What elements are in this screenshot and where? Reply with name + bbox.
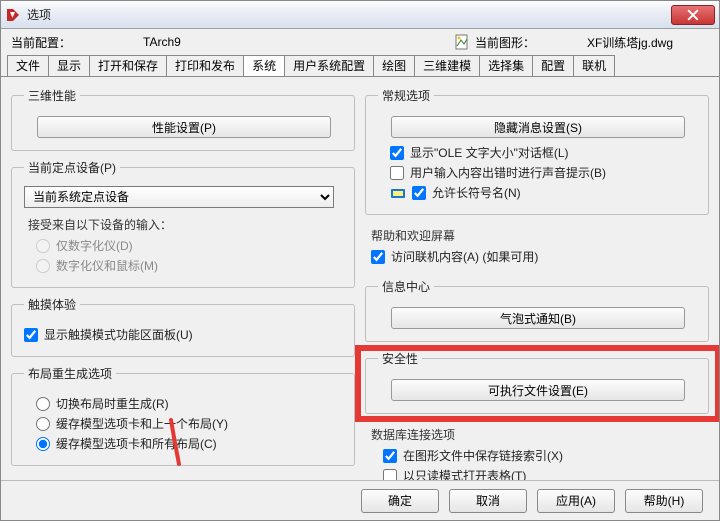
left-column: 三维性能 性能设置(P) 当前定点设备(P) 当前系统定点设备 接受来自以下设备…	[11, 87, 355, 474]
balloon-notify-button[interactable]: 气泡式通知(B)	[391, 307, 685, 329]
tab-plot-publish[interactable]: 打印和发布	[166, 55, 244, 76]
tab-online[interactable]: 联机	[573, 55, 615, 76]
apply-button[interactable]: 应用(A)	[537, 489, 615, 513]
group-layout-regen: 布局重生成选项 切换布局时重生成(R) 缓存模型选项卡和上一个布局(Y) 缓存模…	[11, 365, 355, 466]
group-general: 常规选项 隐藏消息设置(S) 显示"OLE 文字大小"对话框(L) 用户输入内容…	[365, 87, 709, 215]
radio-digitizer-only	[36, 239, 50, 253]
tab-selection[interactable]: 选择集	[479, 55, 533, 76]
autocad-app-icon	[5, 7, 21, 23]
chk-ole-text-size[interactable]	[390, 146, 404, 160]
chk-beep-on-error[interactable]	[390, 166, 404, 180]
tab-system[interactable]: 系统	[243, 55, 285, 76]
legend-layout-regen: 布局重生成选项	[24, 365, 116, 382]
group-info-center: 信息中心 气泡式通知(B)	[365, 278, 709, 342]
tab-3d-modeling[interactable]: 三维建模	[414, 55, 480, 76]
dwg-file-icon	[455, 34, 469, 50]
legend-security: 安全性	[378, 350, 422, 367]
chk-touch-panel[interactable]	[24, 328, 38, 342]
label-store-link-index: 在图形文件中保存链接索引(X)	[403, 447, 563, 464]
cancel-button[interactable]: 取消	[449, 489, 527, 513]
chk-readonly-tables[interactable]	[383, 469, 397, 481]
label-ole-text-size: 显示"OLE 文字大小"对话框(L)	[410, 144, 569, 161]
label-regen-switch: 切换布局时重生成(R)	[56, 395, 169, 412]
profile-info-row: 当前配置： TArch9 当前图形： XF训练塔jg.dwg	[1, 29, 719, 55]
legend-info-center: 信息中心	[378, 278, 434, 295]
label-digitizer-and-mouse: 数字化仪和鼠标(M)	[56, 257, 158, 274]
legend-help-welcome: 帮助和欢迎屏幕	[371, 227, 707, 244]
label-cache-last: 缓存模型选项卡和上一个布局(Y)	[56, 415, 228, 432]
tab-content: 三维性能 性能设置(P) 当前定点设备(P) 当前系统定点设备 接受来自以下设备…	[1, 77, 719, 480]
tab-open-save[interactable]: 打开和保存	[89, 55, 167, 76]
close-icon	[687, 9, 699, 21]
label-digitizer-only: 仅数字化仪(D)	[56, 237, 133, 254]
radio-regen-switch[interactable]	[36, 397, 50, 411]
tab-display[interactable]: 显示	[48, 55, 90, 76]
help-button[interactable]: 帮助(H)	[625, 489, 703, 513]
profile-value: TArch9	[143, 35, 181, 49]
legend-db-connection: 数据库连接选项	[371, 426, 707, 443]
radio-cache-all[interactable]	[36, 437, 50, 451]
tab-bar: 文件 显示 打开和保存 打印和发布 系统 用户系统配置 绘图 三维建模 选择集 …	[1, 55, 719, 77]
group-touch: 触摸体验 显示触摸模式功能区面板(U)	[11, 296, 355, 357]
label-online-content: 访问联机内容(A) (如果可用)	[391, 248, 538, 265]
group-3d-performance: 三维性能 性能设置(P)	[11, 87, 355, 151]
label-long-symbol-names: 允许长符号名(N)	[432, 184, 521, 201]
dialog-footer: 确定 取消 应用(A) 帮助(H)	[1, 480, 719, 520]
close-button[interactable]	[671, 5, 715, 25]
label-beep-on-error: 用户输入内容出错时进行声音提示(B)	[410, 164, 606, 181]
group-pointing-device: 当前定点设备(P) 当前系统定点设备 接受来自以下设备的输入： 仅数字化仪(D)…	[11, 159, 355, 288]
tab-profiles[interactable]: 配置	[532, 55, 574, 76]
performance-settings-button[interactable]: 性能设置(P)	[37, 116, 331, 138]
label-cache-all: 缓存模型选项卡和所有布局(C)	[56, 435, 217, 452]
tab-user-preferences[interactable]: 用户系统配置	[284, 55, 374, 76]
pointing-input-sublabel: 接受来自以下设备的输入：	[28, 216, 344, 233]
ok-button[interactable]: 确定	[361, 489, 439, 513]
group-security: 安全性 可执行文件设置(E)	[365, 350, 709, 414]
titlebar: 选项	[1, 1, 719, 29]
legend-touch: 触摸体验	[24, 296, 80, 313]
registry-icon	[390, 185, 406, 201]
chk-online-content[interactable]	[371, 250, 385, 264]
group-db-connection: 数据库连接选项 在图形文件中保存链接索引(X) 以只读模式打开表格(T)	[365, 422, 709, 480]
drawing-label: 当前图形：	[475, 34, 535, 51]
options-dialog: 选项 当前配置： TArch9 当前图形： XF训练塔jg.dwg 文件 显示 …	[0, 0, 720, 521]
legend-pointing-device: 当前定点设备(P)	[24, 159, 120, 176]
radio-digitizer-and-mouse	[36, 259, 50, 273]
profile-label: 当前配置：	[11, 34, 71, 51]
drawing-value: XF训练塔jg.dwg	[587, 34, 673, 51]
right-column: 常规选项 隐藏消息设置(S) 显示"OLE 文字大小"对话框(L) 用户输入内容…	[365, 87, 709, 474]
window-title: 选项	[27, 6, 671, 23]
label-readonly-tables: 以只读模式打开表格(T)	[403, 467, 526, 480]
group-help-welcome: 帮助和欢迎屏幕 访问联机内容(A) (如果可用)	[365, 223, 709, 270]
tab-drafting[interactable]: 绘图	[373, 55, 415, 76]
executable-settings-button[interactable]: 可执行文件设置(E)	[391, 379, 685, 401]
legend-3d-performance: 三维性能	[24, 87, 80, 104]
radio-cache-last[interactable]	[36, 417, 50, 431]
legend-general: 常规选项	[378, 87, 434, 104]
chk-long-symbol-names[interactable]	[412, 186, 426, 200]
hidden-messages-button[interactable]: 隐藏消息设置(S)	[391, 116, 685, 138]
tab-files[interactable]: 文件	[7, 55, 49, 76]
pointing-device-select[interactable]: 当前系统定点设备	[24, 186, 334, 208]
label-touch-panel: 显示触摸模式功能区面板(U)	[44, 326, 193, 343]
chk-store-link-index[interactable]	[383, 449, 397, 463]
